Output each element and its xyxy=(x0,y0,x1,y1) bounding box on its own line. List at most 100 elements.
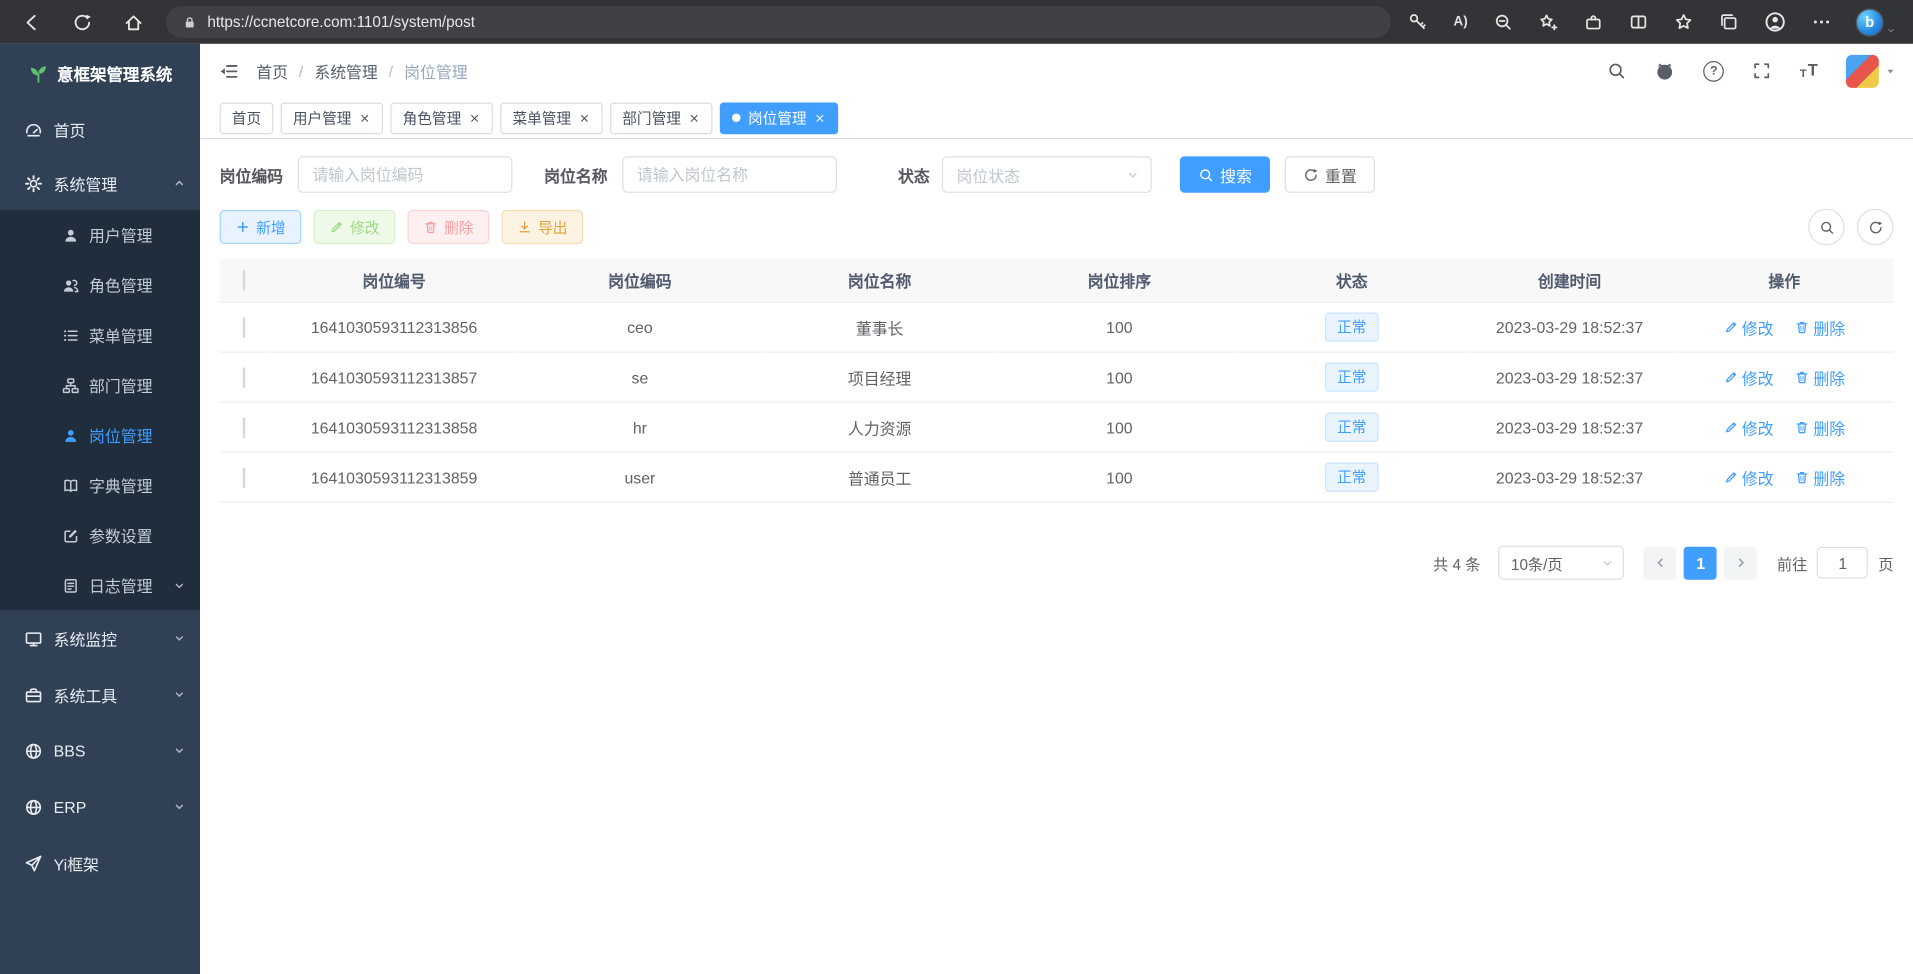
goto-page-input[interactable] xyxy=(1817,547,1868,579)
trash-icon xyxy=(1795,420,1810,435)
search-icon xyxy=(1818,219,1834,235)
row-delete-link[interactable]: 删除 xyxy=(1795,366,1845,389)
sidebar-item-tools[interactable]: 系统工具 xyxy=(0,666,200,722)
sidebar-item-menus[interactable]: 菜单管理 xyxy=(0,310,200,360)
sidebar-item-logs[interactable]: 日志管理 xyxy=(0,560,200,610)
tab-close-button[interactable] xyxy=(688,112,700,124)
app-logo[interactable]: 意框架管理系统 xyxy=(0,44,200,103)
extensions-button[interactable] xyxy=(1584,12,1604,32)
pencil-icon xyxy=(1724,320,1739,335)
split-screen-button[interactable] xyxy=(1629,12,1649,32)
gear-icon xyxy=(24,174,42,192)
sidebar-collapse-button[interactable] xyxy=(218,60,239,81)
select-all-checkbox[interactable] xyxy=(243,270,245,291)
sidebar-item-system[interactable]: 系统管理 xyxy=(0,156,200,210)
table-row: 1641030593112313858 hr 人力资源 100 正常 2023-… xyxy=(220,402,1894,452)
post-name-input[interactable] xyxy=(622,156,837,193)
pagination: 共 4 条 10条/页 1 前往 页 xyxy=(220,546,1894,580)
row-checkbox[interactable] xyxy=(243,467,245,488)
tab-close-button[interactable] xyxy=(814,112,826,124)
read-aloud-button[interactable]: A) xyxy=(1454,15,1468,30)
sidebar-item-dictionary[interactable]: 字典管理 xyxy=(0,460,200,510)
table-header-row: 岗位编号 岗位编码 岗位名称 岗位排序 状态 创建时间 操作 xyxy=(220,259,1894,302)
help-button[interactable]: ? xyxy=(1703,60,1724,81)
close-icon xyxy=(469,112,481,124)
tab-post-management[interactable]: 岗位管理 xyxy=(720,102,838,134)
settings-menu-button[interactable] xyxy=(1812,12,1832,32)
sidebar-item-erp[interactable]: ERP xyxy=(0,779,200,835)
row-edit-link[interactable]: 修改 xyxy=(1724,466,1774,489)
post-icon xyxy=(62,427,79,444)
edit-button[interactable]: 修改 xyxy=(314,210,396,244)
fullscreen-button[interactable] xyxy=(1752,61,1772,81)
add-button[interactable]: 新增 xyxy=(220,210,302,244)
tab-close-button[interactable] xyxy=(578,112,590,124)
favorites-button[interactable] xyxy=(1674,12,1694,32)
sidebar-item-parameters[interactable]: 参数设置 xyxy=(0,510,200,560)
status-select[interactable]: 岗位状态 xyxy=(942,156,1152,193)
browser-profile-button[interactable] xyxy=(1764,11,1786,33)
key-icon xyxy=(1408,12,1428,32)
tab-menu-management[interactable]: 菜单管理 xyxy=(500,102,603,134)
column-created: 创建时间 xyxy=(1464,259,1675,302)
row-edit-link[interactable]: 修改 xyxy=(1724,316,1774,339)
refresh-table-button[interactable] xyxy=(1857,209,1894,246)
export-button[interactable]: 导出 xyxy=(501,210,583,244)
row-edit-link[interactable]: 修改 xyxy=(1724,366,1774,389)
post-code-input[interactable] xyxy=(298,156,513,193)
sidebar-item-bbs[interactable]: BBS xyxy=(0,723,200,779)
sidebar-item-home[interactable]: 首页 xyxy=(0,103,200,157)
github-button[interactable] xyxy=(1655,60,1676,81)
chevron-down-icon xyxy=(173,801,185,813)
delete-button[interactable]: 删除 xyxy=(408,210,490,244)
reset-button[interactable]: 重置 xyxy=(1285,156,1375,193)
back-button[interactable] xyxy=(12,4,49,41)
toggle-search-button[interactable] xyxy=(1808,209,1845,246)
row-edit-link[interactable]: 修改 xyxy=(1724,416,1774,439)
header-search-button[interactable] xyxy=(1607,61,1627,81)
breadcrumb-current: 岗位管理 xyxy=(404,59,467,82)
tab-close-button[interactable] xyxy=(469,112,481,124)
row-checkbox[interactable] xyxy=(243,317,245,338)
user-menu-button[interactable] xyxy=(1846,54,1896,87)
page-number-button[interactable]: 1 xyxy=(1684,546,1717,579)
favorites-add-button[interactable] xyxy=(1538,12,1558,32)
cell-created: 2023-03-29 18:52:37 xyxy=(1464,352,1675,402)
sidebar-item-yi-framework[interactable]: Yi框架 xyxy=(0,835,200,891)
prev-page-button[interactable] xyxy=(1644,546,1677,579)
tab-role-management[interactable]: 角色管理 xyxy=(390,102,493,134)
row-checkbox[interactable] xyxy=(243,367,245,388)
tab-home[interactable]: 首页 xyxy=(220,102,274,134)
total-count: 共 4 条 xyxy=(1433,551,1480,574)
font-size-button[interactable]: T T xyxy=(1800,63,1818,79)
sidebar-item-posts[interactable]: 岗位管理 xyxy=(0,410,200,460)
sidebar-item-users[interactable]: 用户管理 xyxy=(0,210,200,260)
breadcrumb-system[interactable]: 系统管理 xyxy=(314,59,377,82)
sidebar-item-monitoring[interactable]: 系统监控 xyxy=(0,610,200,666)
cell-post-sort: 100 xyxy=(999,352,1239,402)
cell-post-sort: 100 xyxy=(999,452,1239,502)
next-page-button[interactable] xyxy=(1724,546,1757,579)
zoom-button[interactable] xyxy=(1493,12,1513,32)
row-delete-link[interactable]: 删除 xyxy=(1795,416,1845,439)
search-button[interactable]: 搜索 xyxy=(1180,156,1270,193)
sidebar-item-departments[interactable]: 部门管理 xyxy=(0,360,200,410)
tab-department-management[interactable]: 部门管理 xyxy=(610,102,713,134)
page-size-select[interactable]: 10条/页 xyxy=(1499,546,1625,580)
row-delete-link[interactable]: 删除 xyxy=(1795,316,1845,339)
plus-icon xyxy=(235,220,250,235)
breadcrumb-home[interactable]: 首页 xyxy=(256,59,288,82)
caret-down-icon xyxy=(1885,65,1896,76)
row-checkbox[interactable] xyxy=(243,417,245,438)
book-icon xyxy=(62,477,79,494)
row-delete-link[interactable]: 删除 xyxy=(1795,466,1845,489)
copilot-button[interactable]: b xyxy=(1857,9,1896,35)
refresh-button[interactable] xyxy=(63,4,100,41)
tab-user-management[interactable]: 用户管理 xyxy=(281,102,384,134)
home-button[interactable] xyxy=(115,4,152,41)
sidebar-item-roles[interactable]: 角色管理 xyxy=(0,260,200,310)
tab-close-button[interactable] xyxy=(359,112,371,124)
collections-button[interactable] xyxy=(1719,12,1739,32)
password-button[interactable] xyxy=(1408,12,1428,32)
address-bar[interactable]: https://ccnetcore.com:1101/system/post xyxy=(166,6,1391,38)
